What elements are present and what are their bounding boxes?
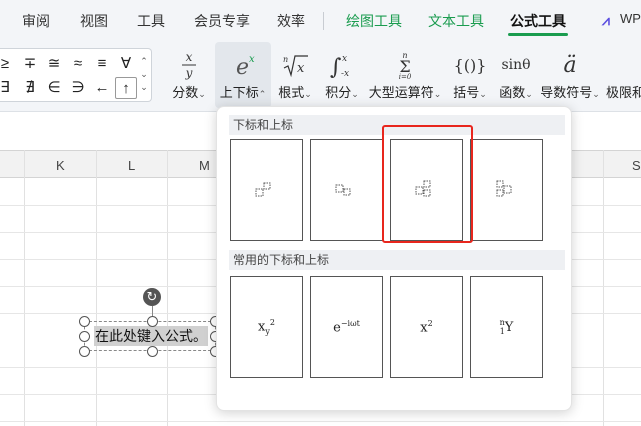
- ribbon: ≥ ∓ ≅ ≈ ≡ ∀ ∃ ∄ ∈ ∋ ← ↑ ⌃ ⌄ ⌄ xy 分数⌄ ex 上下…: [0, 40, 641, 112]
- svg-text:x: x: [297, 61, 305, 76]
- symbol-item[interactable]: ←: [91, 77, 113, 99]
- accent-label: 导数符号⌄: [540, 85, 600, 100]
- svg-text:x: x: [186, 50, 193, 64]
- fraction-icon: xy: [166, 48, 212, 82]
- accent-icon: ä: [563, 52, 577, 78]
- accent-button[interactable]: ä 导数符号⌄: [540, 42, 600, 108]
- menu-tools[interactable]: 工具: [137, 11, 165, 31]
- fraction-button[interactable]: xy 分数⌄: [166, 42, 212, 108]
- svg-text:i=0: i=0: [399, 73, 412, 80]
- formula-sample: n1Y: [499, 318, 514, 336]
- function-icon: sinθ: [501, 57, 531, 73]
- script-icon: ex: [215, 48, 271, 82]
- resize-handle[interactable]: [79, 346, 90, 357]
- subscript-template-icon: [335, 184, 350, 196]
- left-sub-superscript-template-icon: [496, 180, 511, 197]
- section-title-common-scripts: 常用的下标和上标: [229, 250, 565, 270]
- limit-button[interactable]: 极限和: [604, 42, 641, 108]
- symbol-item[interactable]: ≅: [43, 53, 65, 75]
- function-button[interactable]: sinθ 函数⌄: [495, 42, 537, 108]
- menu-member[interactable]: 会员专享: [194, 11, 250, 31]
- symbol-gallery: ≥ ∓ ≅ ≈ ≡ ∀ ∃ ∄ ∈ ∋ ← ↑ ⌃ ⌄ ⌄: [0, 48, 152, 102]
- radical-label: 根式⌄: [278, 85, 312, 100]
- column-label[interactable]: S: [632, 158, 641, 173]
- svg-text:y: y: [185, 66, 193, 80]
- integral-button[interactable]: ∫ x -x 积分⌄: [320, 42, 364, 108]
- menu-drawing-tools[interactable]: 绘图工具: [346, 11, 402, 31]
- formula-sample: e−iωt: [333, 318, 360, 336]
- menu-formula-tools[interactable]: 公式工具: [510, 11, 566, 31]
- menu-review[interactable]: 审阅: [22, 11, 50, 31]
- column-label[interactable]: L: [128, 158, 135, 173]
- grid-line: [96, 150, 97, 426]
- symbol-item[interactable]: ∓: [19, 53, 41, 75]
- integral-icon: ∫ x -x: [320, 48, 364, 82]
- svg-text:x: x: [342, 54, 347, 64]
- menu-view[interactable]: 视图: [80, 11, 108, 31]
- grid-line: [24, 150, 25, 426]
- menu-separator: [323, 12, 324, 30]
- large-operator-icon: n Σi=0: [367, 48, 443, 82]
- script-button[interactable]: ex 上下标⌃: [215, 42, 271, 108]
- grid-line: [167, 150, 168, 426]
- resize-handle[interactable]: [79, 316, 90, 327]
- common-script-left-indexed-y[interactable]: n1Y: [470, 276, 543, 378]
- bracket-icon: {()}: [453, 55, 487, 75]
- limit-icon: [604, 48, 641, 82]
- large-operator-label: 大型运算符⌄: [368, 85, 442, 100]
- bracket-label: 括号⌄: [453, 85, 487, 100]
- script-label: 上下标⌃: [219, 85, 267, 100]
- symbol-item[interactable]: ∈: [43, 77, 65, 99]
- resize-handle[interactable]: [147, 316, 158, 327]
- common-script-x-sub-y-sup-2[interactable]: xy2: [230, 276, 303, 378]
- integral-label: 积分⌄: [325, 85, 359, 100]
- symbol-item[interactable]: ∄: [19, 77, 41, 99]
- left-sub-superscript-template[interactable]: [470, 139, 543, 241]
- symbol-item[interactable]: ∋: [67, 77, 89, 99]
- large-operator-button[interactable]: n Σi=0 大型运算符⌄: [367, 42, 443, 108]
- wps-ai-icon[interactable]: ⩘: [602, 12, 610, 29]
- equation-placeholder[interactable]: 在此处键入公式。: [94, 326, 208, 346]
- svg-text:e: e: [236, 55, 249, 80]
- rotate-icon[interactable]: ↻: [143, 288, 161, 306]
- resize-handle[interactable]: [147, 346, 158, 357]
- column-label[interactable]: K: [56, 158, 65, 173]
- svg-text:-x: -x: [341, 69, 349, 79]
- bracket-button[interactable]: {()} 括号⌄: [447, 42, 493, 108]
- limit-label: 极限和: [606, 85, 641, 100]
- svg-text:x: x: [249, 54, 255, 65]
- grid-line: [603, 150, 604, 426]
- menu-efficiency[interactable]: 效率: [277, 11, 305, 31]
- symbol-item[interactable]: ↑: [115, 77, 137, 99]
- selection-highlight: [382, 125, 473, 243]
- symbol-item[interactable]: ≥: [0, 53, 16, 75]
- fraction-label: 分数⌄: [172, 85, 206, 100]
- menu-bar: 审阅 视图 工具 会员专享 效率 绘图工具 文本工具 公式工具 ⩘ WP: [0, 0, 641, 40]
- function-label: 函数⌄: [499, 85, 533, 100]
- radical-icon: nx: [274, 48, 316, 82]
- active-tab-indicator: [508, 33, 568, 36]
- resize-handle[interactable]: [79, 331, 90, 342]
- svg-text:n: n: [283, 55, 288, 64]
- formula-sample: x2: [420, 318, 433, 336]
- wps-label[interactable]: WP: [620, 11, 641, 26]
- radical-button[interactable]: nx 根式⌄: [274, 42, 316, 108]
- formula-sample: xy2: [258, 318, 275, 336]
- symbol-item[interactable]: ∃: [0, 77, 16, 99]
- symbol-gallery-scroll[interactable]: ⌃ ⌄ ⌄: [138, 55, 150, 94]
- menu-text-tools[interactable]: 文本工具: [428, 11, 484, 31]
- common-script-e-power[interactable]: e−iωt: [310, 276, 383, 378]
- symbol-item[interactable]: ≈: [67, 53, 89, 75]
- symbol-item[interactable]: ∀: [115, 53, 137, 75]
- common-script-x-squared[interactable]: x2: [390, 276, 463, 378]
- grid-line: [0, 421, 641, 422]
- superscript-template[interactable]: [230, 139, 303, 241]
- subscript-template[interactable]: [310, 139, 383, 241]
- symbol-item[interactable]: ≡: [91, 53, 113, 75]
- superscript-template-icon: [255, 182, 270, 197]
- column-label[interactable]: M: [199, 158, 210, 173]
